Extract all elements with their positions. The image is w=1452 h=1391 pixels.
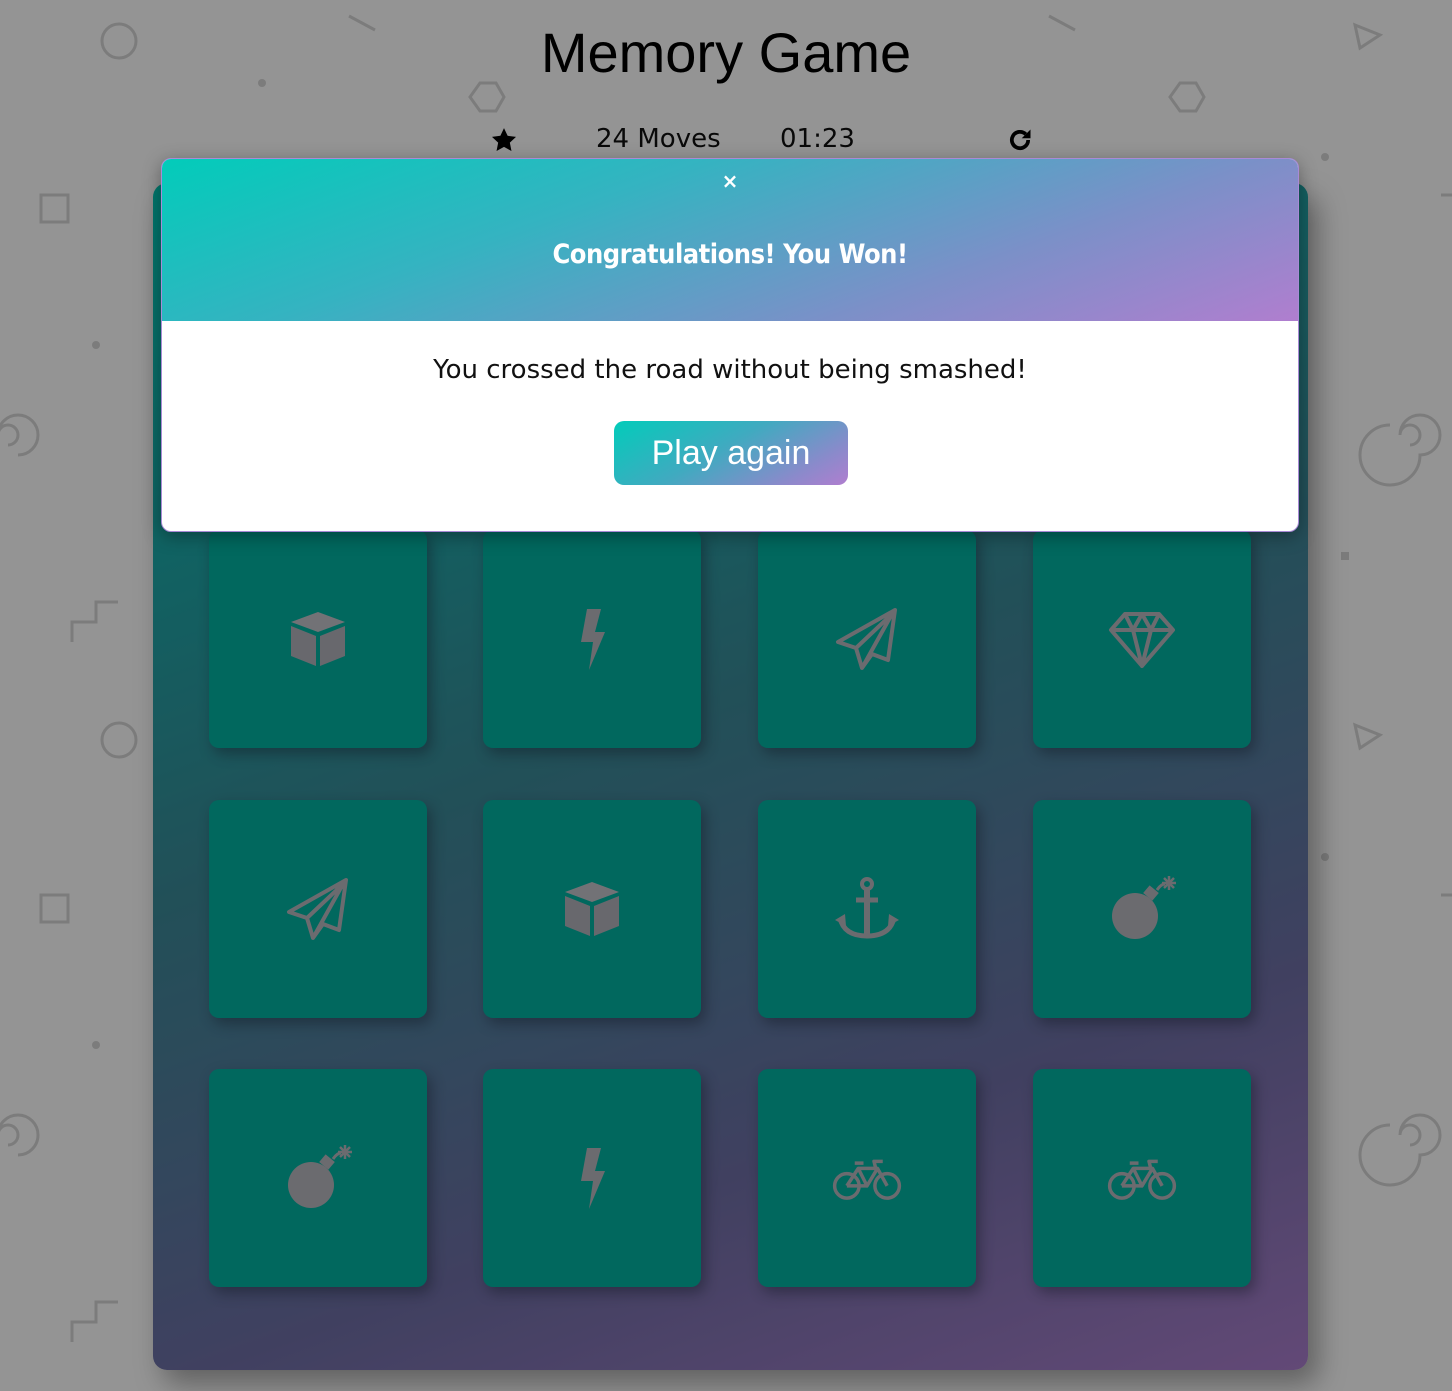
close-button[interactable]: × [722,169,739,193]
modal-title: Congratulations! You Won! [552,239,908,270]
modal-message: You crossed the road without being smash… [433,355,1027,385]
win-modal: × Congratulations! You Won! You crossed … [161,158,1299,532]
modal-header: × Congratulations! You Won! [162,159,1298,321]
play-again-button[interactable]: Play again [614,421,848,485]
